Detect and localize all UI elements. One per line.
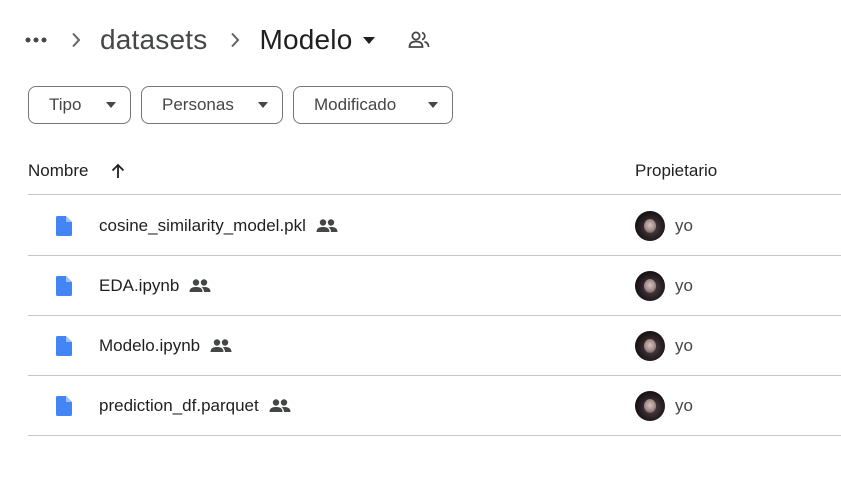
column-header-owner[interactable]: Propietario (635, 161, 717, 181)
table-row[interactable]: EDA.ipynb yo (28, 256, 841, 316)
people-icon (315, 216, 339, 236)
table-row[interactable]: prediction_df.parquet yo (28, 376, 841, 436)
people-icon (188, 276, 212, 296)
owner-name: yo (675, 215, 693, 235)
file-list-header: Nombre Propietario (28, 148, 841, 195)
owner-name: yo (675, 275, 693, 295)
avatar (635, 390, 665, 421)
breadcrumb-parent[interactable]: datasets (100, 24, 207, 56)
filter-type-chip[interactable]: Tipo (28, 86, 131, 124)
arrow-up-icon[interactable] (108, 161, 128, 181)
caret-down-icon (361, 32, 377, 48)
breadcrumb-current-folder[interactable]: Modelo (259, 24, 376, 56)
avatar (635, 330, 665, 361)
owner-name: yo (675, 335, 693, 355)
caret-down-icon (426, 98, 440, 112)
name-cell: prediction_df.parquet (28, 395, 635, 417)
file-name: cosine_similarity_model.pkl (99, 215, 306, 235)
avatar (635, 270, 665, 301)
more-horiz-icon[interactable] (24, 28, 48, 52)
file-list: cosine_similarity_model.pkl yo EDA.ipynb (28, 196, 841, 436)
filter-people-label: Personas (162, 95, 234, 114)
owner-cell: yo (635, 270, 693, 301)
caret-down-icon (104, 98, 118, 112)
file-icon (54, 215, 74, 237)
filter-bar: Tipo Personas Modificado (28, 86, 453, 124)
table-row[interactable]: Modelo.ipynb yo (28, 316, 841, 376)
file-name: Modelo.ipynb (99, 335, 201, 355)
owner-name: yo (675, 395, 693, 415)
name-cell: EDA.ipynb (28, 275, 635, 297)
avatar (635, 210, 665, 241)
filter-people-chip[interactable]: Personas (141, 86, 283, 124)
breadcrumb-current-label: Modelo (259, 24, 353, 55)
filter-type-label: Tipo (49, 95, 82, 114)
file-icon (54, 275, 74, 297)
caret-down-icon (256, 98, 270, 112)
drive-folder-view: datasets Modelo Tipo Personas Modificado… (0, 0, 841, 488)
filter-modified-chip[interactable]: Modificado (293, 86, 453, 124)
chevron-right-icon (66, 30, 86, 50)
people-icon[interactable] (407, 28, 431, 52)
people-icon (268, 396, 292, 416)
file-name: prediction_df.parquet (99, 395, 259, 415)
file-icon (54, 335, 74, 357)
breadcrumb: datasets Modelo (24, 18, 431, 62)
name-cell: Modelo.ipynb (28, 335, 635, 357)
owner-cell: yo (635, 210, 693, 241)
name-cell: cosine_similarity_model.pkl (28, 215, 635, 237)
people-icon (209, 336, 233, 356)
table-row[interactable]: cosine_similarity_model.pkl yo (28, 196, 841, 256)
owner-cell: yo (635, 390, 693, 421)
column-header-name[interactable]: Nombre (28, 161, 635, 181)
file-icon (54, 395, 74, 417)
owner-cell: yo (635, 330, 693, 361)
filter-modified-label: Modificado (314, 95, 397, 114)
file-name: EDA.ipynb (99, 275, 180, 295)
column-name-label: Nombre (28, 161, 89, 180)
chevron-right-icon (225, 30, 245, 50)
